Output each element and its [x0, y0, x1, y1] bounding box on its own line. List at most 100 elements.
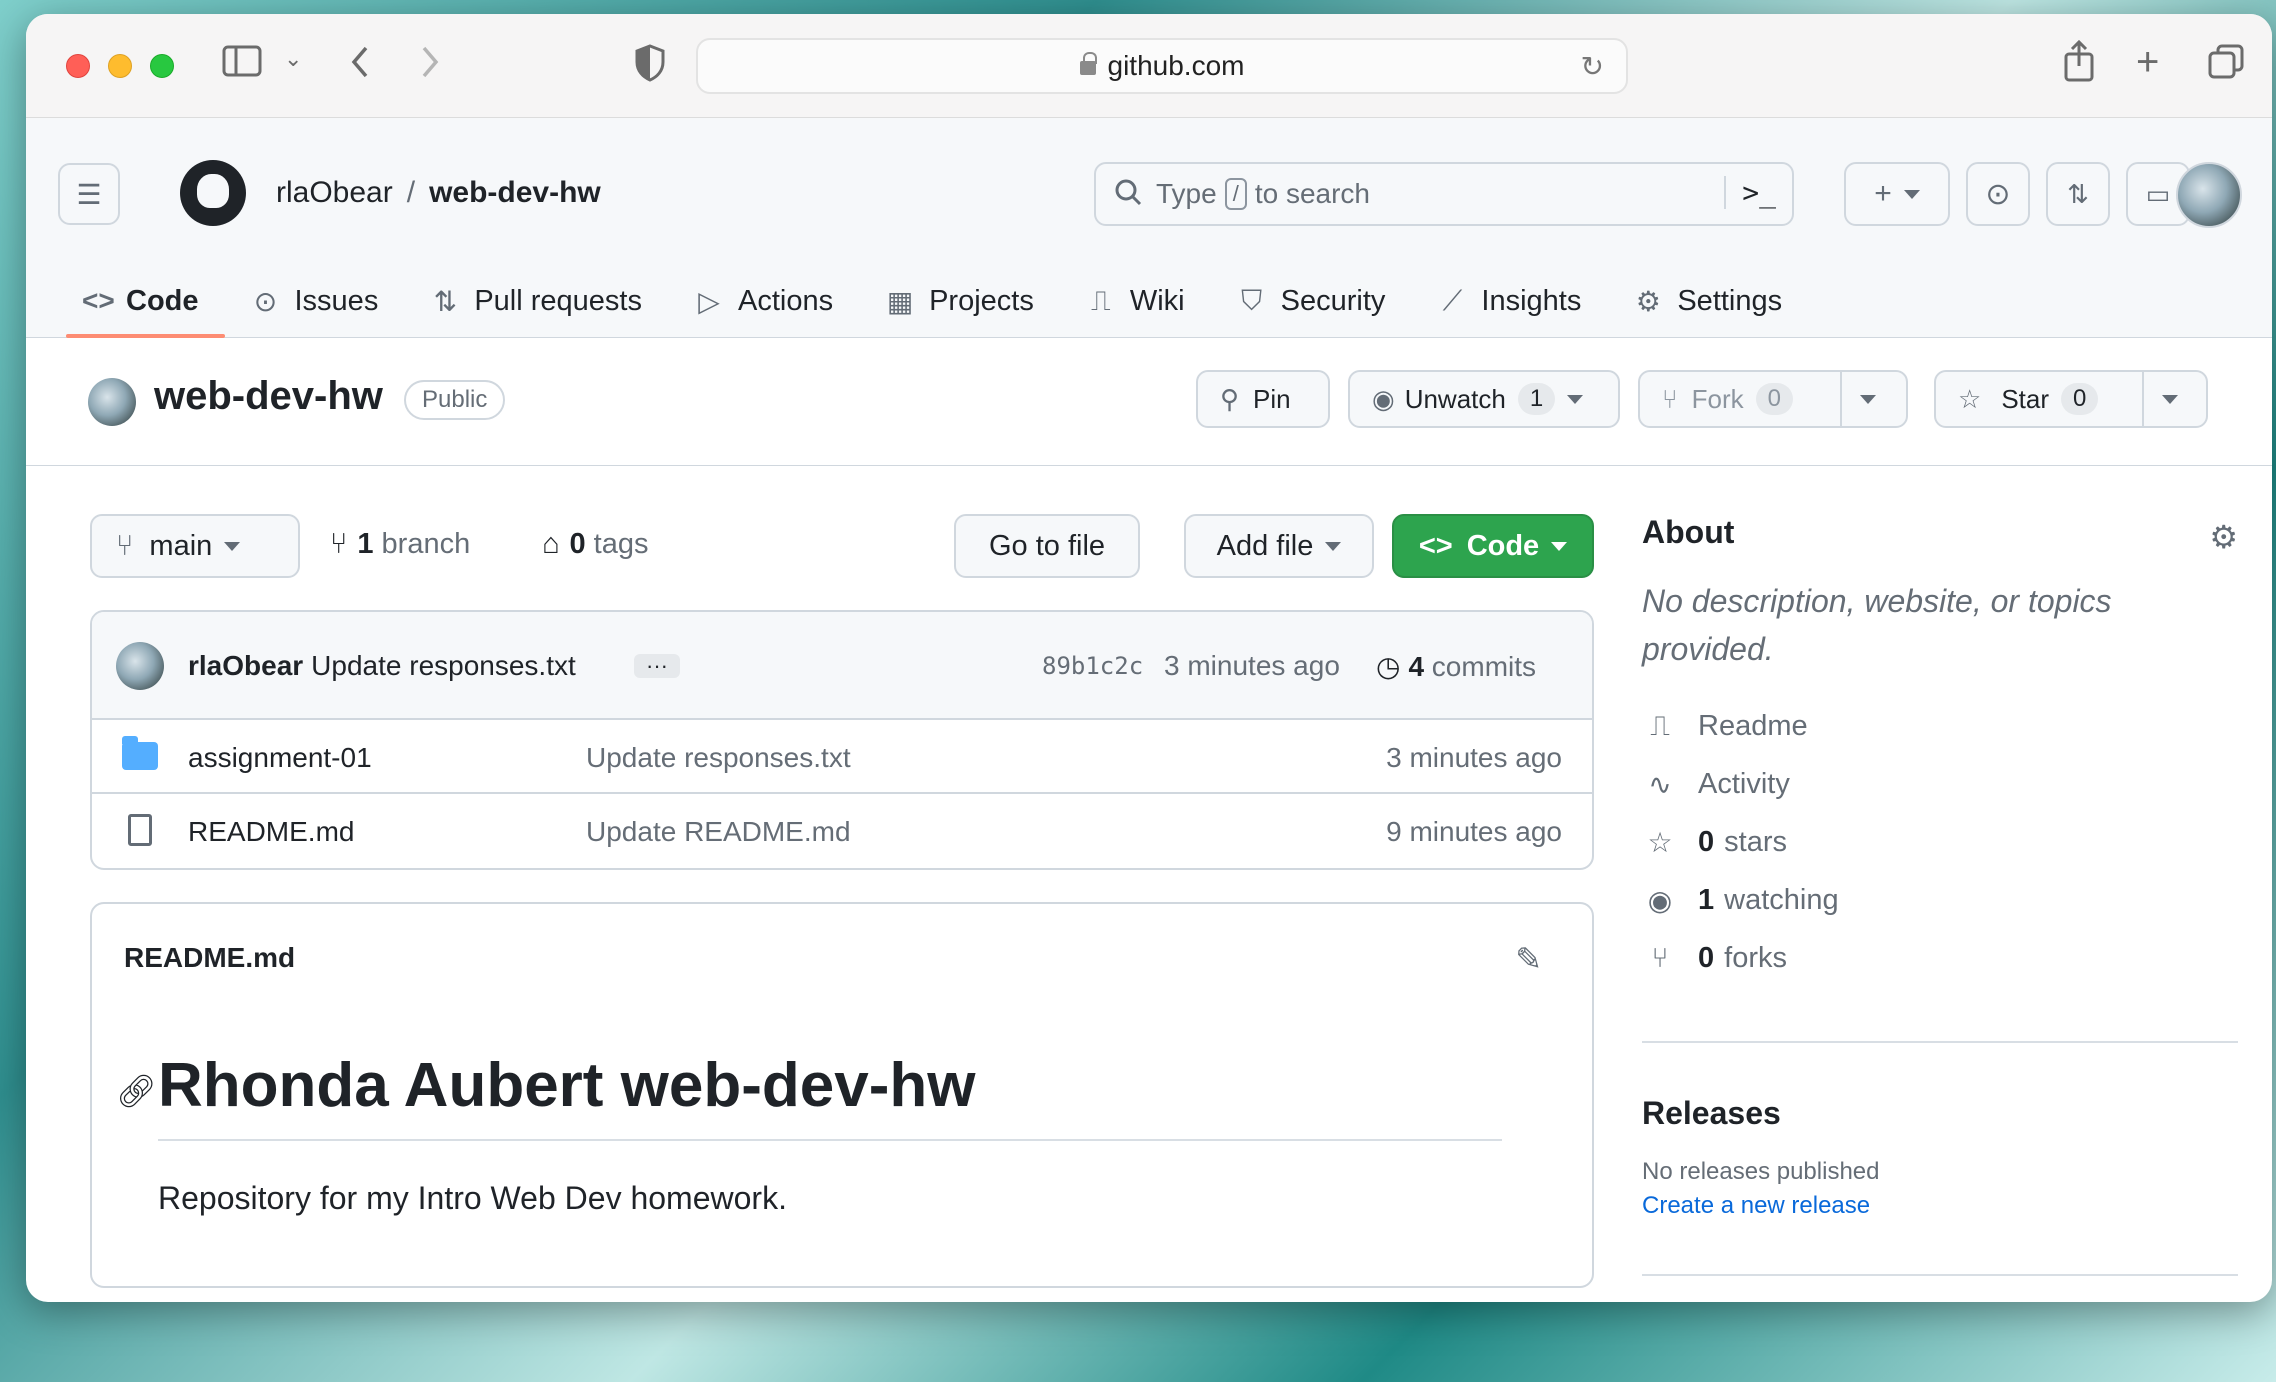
file-name[interactable]: README.md: [188, 816, 354, 848]
branch-count: 1: [357, 528, 374, 560]
watching-link[interactable]: ◉ 1 watching: [1642, 871, 2238, 929]
unwatch-button[interactable]: ◉ Unwatch 1: [1348, 370, 1620, 428]
gear-icon[interactable]: ⚙: [2209, 518, 2238, 556]
unwatch-label: Unwatch: [1404, 383, 1506, 414]
menu-button[interactable]: ☰: [58, 163, 120, 225]
book-icon: ⎍: [1091, 284, 1111, 316]
repo-link[interactable]: web-dev-hw: [429, 176, 601, 209]
commit-author[interactable]: rlaObear: [188, 650, 303, 681]
file-browser: rlaObear Update responses.txt ··· 89b1c2c…: [90, 610, 1594, 870]
tab-label: Pull requests: [474, 284, 642, 317]
eye-icon: ◉: [1647, 884, 1673, 916]
forward-icon[interactable]: [418, 42, 442, 91]
browser-window: ⌄ github.com ↻ + ☰ rlaObear / web-dev-hw…: [26, 14, 2272, 1302]
about-item-label: Readme: [1698, 709, 1808, 742]
breadcrumb-separator: /: [406, 176, 416, 209]
zoom-window-button[interactable]: [150, 54, 174, 78]
releases-title[interactable]: Releases: [1642, 1095, 2238, 1132]
eye-icon: ◉: [1372, 383, 1395, 414]
readme-link[interactable]: ⎍ Readme: [1642, 697, 2238, 755]
commit-message-text[interactable]: Update responses.txt: [311, 650, 576, 681]
plus-icon: +: [1874, 177, 1892, 210]
pull-request-icon: ⇅: [433, 285, 458, 317]
github-header: ☰ rlaObear / web-dev-hw Type / to search >…: [26, 118, 2272, 338]
tab-actions[interactable]: ▷ Actions: [668, 264, 859, 338]
tab-wiki[interactable]: ⎍ Wiki: [1060, 264, 1211, 338]
add-file-button[interactable]: Add file: [1184, 514, 1374, 578]
share-icon[interactable]: [2062, 39, 2096, 91]
fork-dropdown[interactable]: [1840, 372, 1894, 426]
tab-label: Code: [126, 284, 199, 317]
chevron-down-icon: [1860, 394, 1876, 404]
command-palette-icon[interactable]: >_: [1724, 176, 1776, 209]
tab-projects[interactable]: ▦ Projects: [859, 264, 1060, 338]
close-window-button[interactable]: [66, 54, 90, 78]
address-bar[interactable]: github.com ↻: [696, 38, 1628, 94]
sidebar-toggle-icon[interactable]: [222, 44, 262, 87]
file-commit-message[interactable]: Update README.md: [586, 816, 851, 848]
branch-select-button[interactable]: ⑂ main: [90, 514, 300, 578]
star-count: 0: [2061, 383, 2099, 415]
tags-link[interactable]: ⌂ 0 tags: [542, 528, 649, 561]
tab-code[interactable]: <> Code: [56, 264, 225, 338]
privacy-shield-icon[interactable]: [634, 44, 666, 91]
list-item[interactable]: assignment-01 Update responses.txt 3 min…: [92, 720, 1592, 794]
tab-issues[interactable]: ⊙ Issues: [225, 264, 405, 338]
repo-tabs: <> Code ⊙ Issues ⇅ Pull requests ▷ Actions ▦…: [56, 264, 1808, 338]
readme-filename[interactable]: README.md: [124, 942, 295, 974]
code-button[interactable]: <> Code: [1392, 514, 1594, 578]
commits-link[interactable]: ◷ 4 commits: [1376, 650, 1536, 683]
pin-label: Pin: [1253, 383, 1291, 414]
fork-button[interactable]: ⑂ Fork 0: [1638, 370, 1908, 428]
readme-panel: README.md ✎ 🔗︎ Rhonda Aubert web-dev-hw …: [90, 902, 1594, 1288]
minimize-window-button[interactable]: [108, 54, 132, 78]
commit-author-avatar[interactable]: [116, 642, 164, 690]
file-name[interactable]: assignment-01: [188, 742, 372, 774]
new-tab-icon[interactable]: +: [2136, 40, 2159, 85]
branch-bar: ⑂ main ⑂ 1 branch ⌂ 0 tags Go to file Ad…: [90, 514, 1594, 578]
chevron-down-icon: [224, 541, 241, 551]
issues-button[interactable]: ⊙: [1966, 162, 2030, 226]
tab-security[interactable]: ⛉ Security: [1211, 264, 1412, 338]
commit-details-toggle[interactable]: ···: [634, 654, 680, 678]
about-item-label: Activity: [1698, 767, 1790, 800]
stars-link[interactable]: ☆ 0 stars: [1642, 813, 2238, 871]
star-dropdown[interactable]: [2142, 372, 2196, 426]
commit-sha[interactable]: 89b1c2c: [1042, 652, 1143, 680]
create-new-button[interactable]: +: [1844, 162, 1950, 226]
readme-heading: Rhonda Aubert web-dev-hw: [158, 1050, 1502, 1141]
owner-link[interactable]: rlaObear: [276, 176, 393, 209]
go-to-file-button[interactable]: Go to file: [954, 514, 1140, 578]
forks-link[interactable]: ⑂ 0 forks: [1642, 929, 2238, 987]
search-prefix: Type: [1156, 178, 1217, 209]
star-label: Star: [2001, 383, 2049, 414]
about-item-label: forks: [1724, 941, 1787, 974]
owner-avatar[interactable]: [88, 378, 136, 426]
github-logo-icon[interactable]: [180, 160, 246, 226]
back-icon[interactable]: [348, 42, 372, 91]
chevron-down-icon: [1567, 394, 1584, 404]
branches-link[interactable]: ⑂ 1 branch: [330, 528, 470, 561]
repo-title[interactable]: web-dev-hw: [154, 374, 383, 419]
activity-link[interactable]: ∿ Activity: [1642, 755, 2238, 813]
file-commit-message[interactable]: Update responses.txt: [586, 742, 851, 774]
chevron-down-icon[interactable]: ⌄: [284, 46, 302, 72]
pencil-icon[interactable]: ✎: [1515, 940, 1542, 978]
tab-pull-requests[interactable]: ⇅ Pull requests: [404, 264, 668, 338]
about-item-count: 0: [1698, 825, 1715, 858]
create-release-link[interactable]: Create a new release: [1642, 1192, 2238, 1220]
search-input[interactable]: Type / to search >_: [1094, 162, 1794, 226]
tab-insights[interactable]: ⟋ Insights: [1411, 264, 1607, 338]
reload-icon[interactable]: ↻: [1581, 50, 1604, 83]
repo-heading: web-dev-hw Public ⚲ Pin ◉ Unwatch 1 ⑂ Fork 0 …: [26, 338, 2272, 466]
user-avatar[interactable]: [2176, 162, 2242, 228]
star-button[interactable]: ☆ Star 0: [1934, 370, 2208, 428]
tab-overview-icon[interactable]: [2208, 44, 2244, 89]
shield-icon: ⛉: [1241, 284, 1263, 316]
pin-button[interactable]: ⚲ Pin: [1196, 370, 1330, 428]
pull-requests-button[interactable]: ⇅: [2046, 162, 2110, 226]
link-icon[interactable]: 🔗︎: [116, 1072, 157, 1110]
tab-settings[interactable]: ⚙ Settings: [1607, 264, 1808, 338]
list-item[interactable]: README.md Update README.md 9 minutes ago: [92, 794, 1592, 868]
code-label: Code: [1466, 529, 1540, 562]
